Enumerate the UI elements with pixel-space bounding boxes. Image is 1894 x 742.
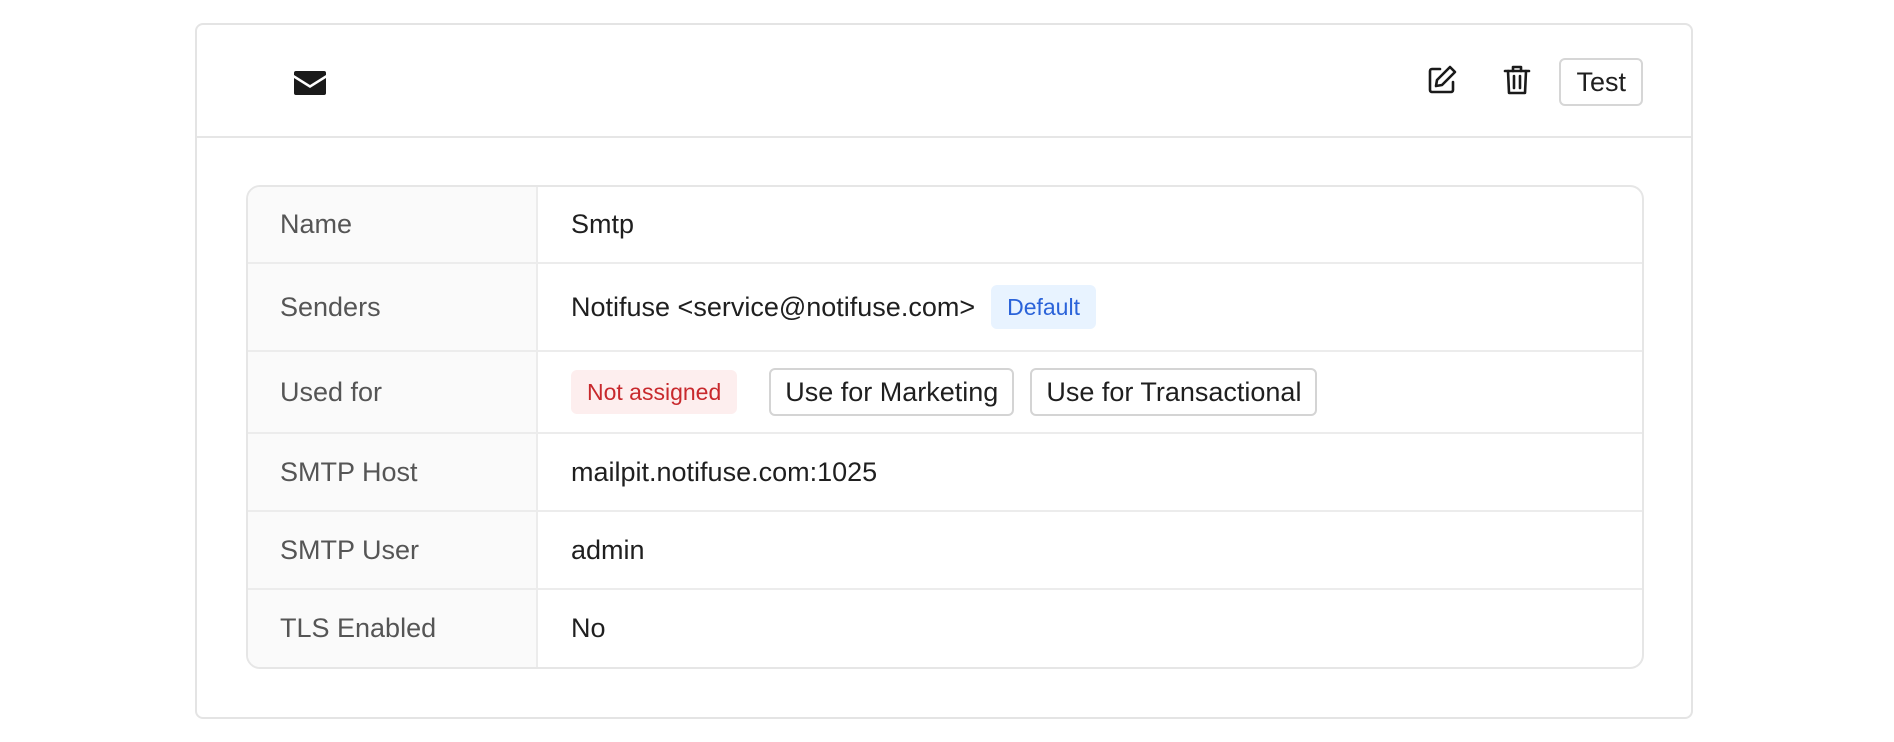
delete-button[interactable] bbox=[1495, 60, 1539, 104]
table-row: Used for Not assigned Use for Marketing … bbox=[248, 352, 1642, 434]
row-value-name: Smtp bbox=[571, 209, 635, 239]
table-row: Name Smtp bbox=[248, 187, 1642, 264]
table-row: SMTP User admin bbox=[248, 512, 1642, 590]
test-button[interactable]: Test bbox=[1559, 58, 1643, 106]
email-provider-card: Test Name Smtp Senders Notifuse <service… bbox=[195, 23, 1693, 719]
row-label-smtp-user: SMTP User bbox=[248, 512, 538, 588]
trash-icon bbox=[1503, 64, 1531, 101]
row-label-senders: Senders bbox=[248, 264, 538, 350]
table-row: SMTP Host mailpit.notifuse.com:1025 bbox=[248, 434, 1642, 512]
table-row: TLS Enabled No bbox=[248, 590, 1642, 667]
row-value-smtp-user: admin bbox=[571, 534, 645, 565]
edit-icon bbox=[1426, 64, 1458, 101]
use-for-transactional-button[interactable]: Use for Transactional bbox=[1030, 368, 1318, 416]
edit-button[interactable] bbox=[1420, 60, 1464, 104]
row-value-used-for: Not assigned Use for Marketing Use for T… bbox=[538, 352, 1642, 432]
row-label-smtp-host: SMTP Host bbox=[248, 434, 538, 510]
provider-details-table: Name Smtp Senders Notifuse <service@noti… bbox=[246, 185, 1644, 669]
default-badge: Default bbox=[991, 285, 1096, 329]
row-label-name: Name bbox=[248, 187, 538, 262]
row-label-used-for: Used for bbox=[248, 352, 538, 432]
use-for-marketing-button[interactable]: Use for Marketing bbox=[769, 368, 1015, 416]
row-value-senders: Notifuse <service@notifuse.com> Default bbox=[538, 264, 1642, 350]
table-row: Senders Notifuse <service@notifuse.com> … bbox=[248, 264, 1642, 352]
not-assigned-badge: Not assigned bbox=[571, 370, 738, 414]
row-value-smtp-host: mailpit.notifuse.com:1025 bbox=[571, 456, 878, 487]
sender-address: Notifuse <service@notifuse.com> bbox=[571, 291, 976, 322]
header-actions: Test bbox=[1420, 57, 1643, 107]
row-value-tls-enabled: No bbox=[571, 613, 606, 643]
envelope-icon bbox=[293, 68, 327, 98]
row-label-tls-enabled: TLS Enabled bbox=[248, 590, 538, 667]
card-header: Test bbox=[197, 25, 1691, 138]
